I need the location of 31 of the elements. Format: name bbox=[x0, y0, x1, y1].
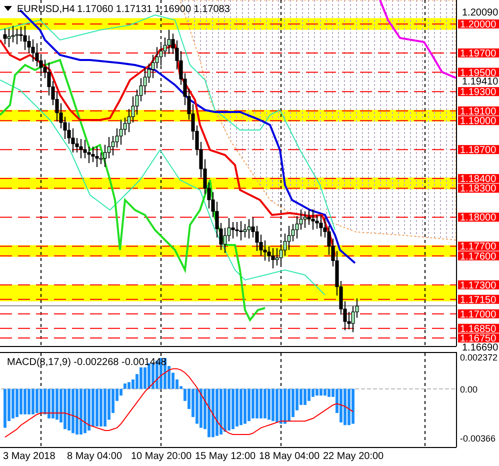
price-label: 1.18300 bbox=[458, 184, 499, 195]
price-label: 1.19700 bbox=[458, 48, 499, 60]
price-label: 1.17300 bbox=[458, 280, 499, 292]
dropdown-icon[interactable] bbox=[4, 6, 12, 11]
price-label: 1.20000 bbox=[458, 19, 499, 30]
time-axis-label: 3 May 2018 bbox=[3, 451, 56, 462]
time-axis-label: 10 May 20:00 bbox=[131, 451, 192, 462]
price-label: 1.17700 bbox=[458, 242, 499, 253]
time-axis-label: 15 May 12:00 bbox=[195, 451, 256, 462]
price-label: 1.18700 bbox=[458, 145, 499, 156]
ohlc-values: 1.17060 1.17131 1.16900 1.17083 bbox=[77, 4, 230, 15]
price-label: 1.19500 bbox=[458, 68, 499, 79]
price-tick-label: 1.20090 bbox=[462, 8, 498, 18]
time-axis-label: 8 May 04:00 bbox=[67, 451, 122, 462]
price-label: 1.16750 bbox=[458, 333, 499, 344]
price-label: 1.19000 bbox=[458, 116, 499, 128]
price-label: 1.17600 bbox=[458, 251, 499, 262]
price-label: 1.18400 bbox=[458, 174, 499, 186]
price-label: 1.18000 bbox=[458, 212, 499, 224]
price-label: 1.17150 bbox=[458, 294, 499, 306]
price-label: 1.16850 bbox=[458, 324, 499, 335]
time-axis-label: 18 May 04:00 bbox=[259, 451, 320, 462]
price-label: 1.17000 bbox=[458, 309, 499, 320]
macd-tick-label: 0.00 bbox=[460, 384, 478, 394]
price-label: 1.19300 bbox=[458, 87, 499, 98]
price-label: 1.19100 bbox=[458, 106, 499, 118]
macd-tick-label: -0.00366 bbox=[460, 434, 496, 444]
time-axis-label: 22 May 20:00 bbox=[323, 451, 384, 462]
price-tick-label: 1.19410 bbox=[462, 76, 498, 88]
macd-tick-label: 0.002372 bbox=[460, 352, 498, 362]
price-tick-label: 1.16690 bbox=[462, 342, 498, 352]
